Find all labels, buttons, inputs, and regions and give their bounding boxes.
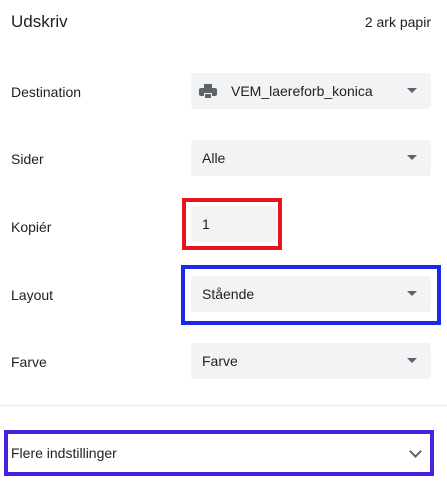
pages-select[interactable]: Alle (191, 140, 431, 176)
layout-highlight (181, 265, 441, 325)
pages-value: Alle (202, 150, 226, 166)
color-value: Farve (202, 353, 238, 369)
section-divider (0, 405, 447, 406)
dropdown-arrow-icon (407, 155, 417, 160)
sheet-count: 2 ark papir (364, 14, 431, 30)
layout-label: Layout (11, 287, 54, 303)
print-header: Udskriv 2 ark papir (11, 12, 431, 36)
color-label: Farve (11, 354, 47, 370)
printer-icon (199, 84, 217, 100)
dropdown-arrow-icon (407, 88, 417, 93)
copies-highlight (182, 198, 282, 250)
destination-label: Destination (11, 84, 82, 100)
copies-label: Kopiér (11, 219, 52, 235)
pages-label: Sider (11, 151, 44, 167)
destination-select[interactable]: VEM_laereforb_konica (191, 73, 431, 109)
page-title: Udskriv (11, 12, 68, 31)
color-select[interactable]: Farve (191, 343, 431, 379)
destination-value: VEM_laereforb_konica (231, 83, 373, 99)
dropdown-arrow-icon (407, 358, 417, 363)
more-settings-highlight (4, 430, 434, 476)
